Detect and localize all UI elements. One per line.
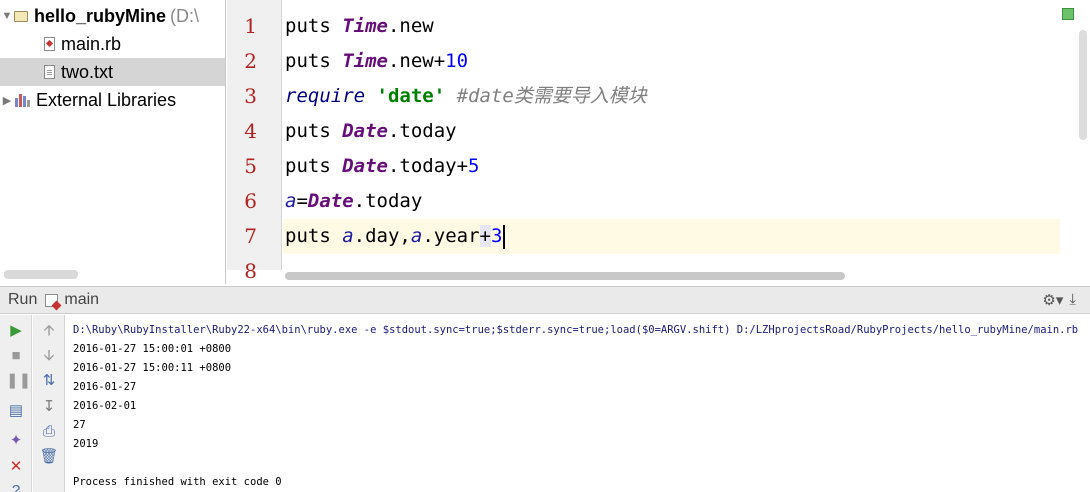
code-token: require — [285, 85, 377, 107]
code-token: puts — [285, 225, 343, 247]
file-name: main.rb — [61, 33, 122, 54]
console-line: 2016-02-01 — [73, 400, 137, 412]
expand-arrow-icon[interactable]: ▼ — [0, 10, 14, 22]
line-number-gutter: 1 2 3 4 5 6 7 8 — [227, 0, 282, 283]
console-line-command: D:\Ruby\RubyInstaller\Ruby22-x64\bin\rub… — [73, 324, 1079, 336]
console-line: 2016-01-27 — [73, 381, 137, 393]
ruby-file-icon — [45, 293, 59, 307]
scroll-to-end-icon[interactable]: ↧ — [39, 397, 59, 417]
console-line-exit: Process finished with exit code 0 — [73, 476, 282, 488]
help-icon[interactable]: ? — [6, 481, 26, 492]
line-number: 6 — [244, 189, 257, 213]
project-name: hello_rubyMine — [34, 5, 167, 26]
code-token: Date — [342, 155, 388, 177]
code-token: .new+ — [387, 50, 446, 72]
code-token: Date — [307, 190, 354, 212]
tree-file-two-txt[interactable]: two.txt — [0, 58, 225, 86]
code-line-3[interactable]: require 'date' #date类需要导入模块 — [283, 79, 1060, 114]
gear-icon[interactable]: ⚙▾ — [1042, 291, 1063, 309]
code-token: Time — [342, 50, 388, 72]
file-name: two.txt — [61, 61, 114, 82]
trash-icon[interactable]: 🗑 — [39, 447, 59, 467]
code-token: 5 — [468, 155, 480, 177]
code-token: a — [285, 190, 297, 212]
code-token: 'date' — [376, 85, 446, 107]
code-token: puts — [285, 15, 343, 37]
run-header-icons: ⚙▾ ⤓ — [1042, 291, 1076, 309]
code-token: .new — [387, 15, 434, 37]
line-number: 1 — [244, 14, 257, 38]
restore-layout-icon[interactable]: ▤ — [6, 401, 26, 421]
print-icon[interactable]: ⎙ — [39, 422, 59, 442]
inspection-ok-icon[interactable] — [1062, 8, 1074, 20]
line-number: 2 — [244, 49, 257, 73]
project-tree: ▼ hello_rubyMine (D:\ main.rb two.txt ▶ … — [0, 0, 226, 284]
code-token: .today+ — [387, 155, 469, 177]
code-token: Time — [342, 15, 388, 37]
text-caret — [503, 224, 506, 249]
rerun-icon[interactable]: ▶ — [6, 321, 26, 341]
close-icon[interactable]: ✕ — [6, 457, 26, 477]
code-token: .today — [387, 120, 457, 142]
run-config-tab[interactable]: main — [64, 291, 99, 309]
code-token: a — [410, 225, 423, 247]
tree-horizontal-scrollbar[interactable] — [4, 270, 78, 279]
code-line-6[interactable]: a=Date.today — [283, 184, 1060, 219]
text-file-icon — [44, 65, 55, 79]
stop-icon[interactable]: ■ — [6, 346, 26, 366]
line-number: 5 — [244, 154, 257, 178]
code-comment: #date类需要导入模块 — [445, 85, 647, 107]
line-number: 3 — [244, 84, 257, 108]
hide-panel-icon[interactable]: ⤓ — [1069, 291, 1076, 309]
tree-root-item[interactable]: ▼ hello_rubyMine (D:\ — [0, 2, 225, 30]
code-token: puts — [285, 50, 343, 72]
run-toolbar-left: ▶ ■ ❚❚ ▤ ✦ ✕ ? — [0, 315, 32, 492]
run-panel-title[interactable]: Run — [8, 291, 37, 309]
run-toolbar-right: 🡩 🡫 ⇅ ↧ ⎙ 🗑 — [33, 315, 65, 492]
code-line-7-current[interactable]: puts a.day,a.year+3 — [283, 219, 1060, 254]
editor-horizontal-scrollbar[interactable] — [285, 272, 845, 280]
line-number: 8 — [244, 259, 257, 283]
code-token: = — [296, 190, 308, 212]
code-token: .year — [422, 225, 480, 247]
external-libraries-label: External Libraries — [36, 89, 177, 110]
run-panel-header: Run main ⚙▾ ⤓ — [0, 286, 1090, 314]
project-path: (D:\ — [170, 5, 200, 26]
pause-icon[interactable]: ❚❚ — [6, 371, 31, 391]
down-arrow-icon[interactable]: 🡫 — [39, 346, 59, 366]
code-token: 10 — [445, 50, 469, 72]
code-token: 3 — [490, 225, 503, 247]
pin-tab-icon[interactable]: ✦ — [6, 431, 26, 451]
code-token: Date — [342, 120, 388, 142]
code-token: puts — [285, 120, 343, 142]
code-line-2[interactable]: puts Time.new+10 — [283, 44, 1060, 79]
code-token: a — [342, 225, 354, 247]
code-token: .day, — [353, 225, 411, 247]
code-token: + — [479, 225, 491, 247]
tree-file-main-rb[interactable]: main.rb — [0, 30, 225, 58]
code-line-1[interactable]: puts Time.new — [283, 9, 1060, 44]
tree-external-libraries[interactable]: ▶ External Libraries — [0, 86, 225, 114]
folder-icon — [14, 10, 28, 22]
code-line-5[interactable]: puts Date.today+5 — [283, 149, 1060, 184]
code-token: .today — [353, 190, 423, 212]
code-token: puts — [285, 155, 343, 177]
library-icon — [14, 93, 30, 107]
console-line: 2016-01-27 15:00:11 +0800 — [73, 362, 232, 374]
expand-arrow-icon[interactable]: ▶ — [0, 94, 14, 107]
code-line-4[interactable]: puts Date.today — [283, 114, 1060, 149]
up-arrow-icon[interactable]: 🡩 — [39, 321, 59, 341]
console-line: 2016-01-27 15:00:01 +0800 — [73, 343, 232, 355]
line-number: 4 — [244, 119, 257, 143]
editor-vertical-scrollbar[interactable] — [1079, 30, 1087, 140]
code-area[interactable]: puts Time.new puts Time.new+10 require '… — [283, 0, 1060, 270]
console-line: 27 — [73, 419, 86, 431]
code-editor[interactable]: 1 2 3 4 5 6 7 8 puts Time.new puts Time.… — [227, 0, 1090, 284]
soft-wrap-icon[interactable]: ⇅ — [39, 371, 59, 391]
console-line: 2019 — [73, 438, 99, 450]
line-number: 7 — [244, 224, 257, 248]
console-output[interactable]: D:\Ruby\RubyInstaller\Ruby22-x64\bin\rub… — [66, 315, 1090, 492]
ruby-file-icon — [44, 37, 55, 51]
